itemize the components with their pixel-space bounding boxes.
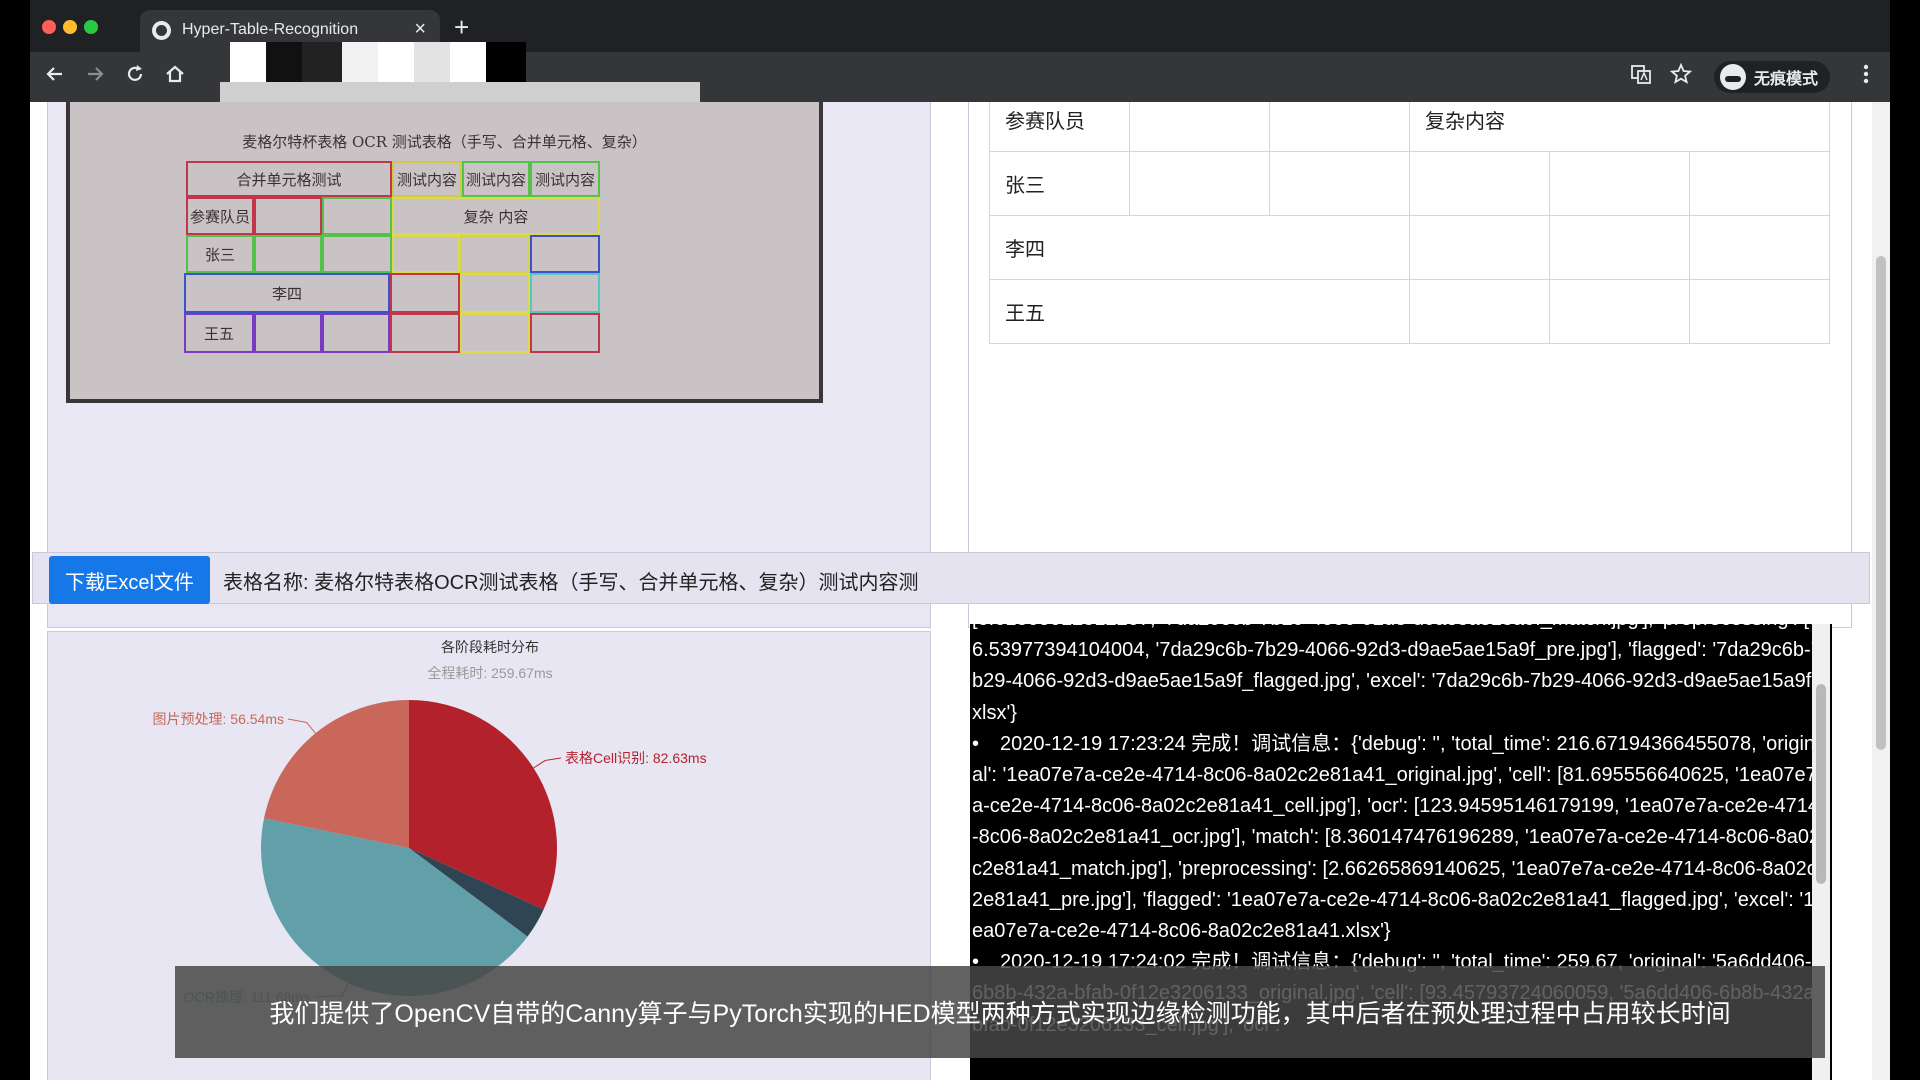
table-cell: 复杂内容	[1409, 102, 1830, 152]
table-cell	[1689, 151, 1830, 216]
bullet-icon: •	[972, 732, 980, 755]
table-cell	[1269, 102, 1410, 152]
back-button[interactable]	[44, 63, 66, 91]
tab-title: Hyper-Table-Recognition	[182, 21, 359, 38]
table-cell: 李四	[989, 215, 1410, 280]
reload-icon	[127, 65, 143, 81]
table-cell	[1549, 151, 1690, 216]
table-cell	[1689, 215, 1830, 280]
log-entry-text: 2020-12-19 17:23:24 完成！调试信息：{'debug': ''…	[972, 732, 1821, 943]
pie-label: 表格Cell识别: 82.63ms	[565, 750, 707, 766]
table-cell	[1549, 215, 1690, 280]
profile-label: 无痕模式	[1753, 71, 1818, 88]
incognito-profile-button[interactable]: 无痕模式	[1713, 61, 1830, 93]
photo-cell	[254, 313, 322, 353]
photo-cell	[530, 313, 600, 353]
photo-cell: 张三	[186, 235, 254, 273]
translate-button[interactable]	[1630, 63, 1652, 91]
table-name-label: 表格名称: 麦格尔特表格OCR测试表格（手写、合并单元格、复杂）测试内容测	[223, 572, 919, 594]
home-button[interactable]	[164, 63, 186, 91]
forward-button[interactable]	[84, 63, 106, 91]
photo-cell: 参赛队员	[186, 197, 254, 235]
table-cell	[1549, 279, 1690, 344]
action-bar: 下载Excel文件 表格名称: 麦格尔特表格OCR测试表格（手写、合并单元格、复…	[32, 552, 1870, 604]
table-cell	[1129, 151, 1270, 216]
original-image-panel: 麦格尔特杯表格 OCR 测试表格（手写、合并单元格、复杂） 合并单元格测试 测试…	[47, 102, 931, 628]
recognition-result-panel: 参赛队员 复杂内容 张三 李四 王五	[968, 102, 1852, 628]
table-row: 李四	[989, 215, 1830, 280]
pie-label-line	[533, 757, 562, 769]
photo-cell: 王五	[184, 313, 254, 353]
video-subtitle: 我们提供了OpenCV自带的Canny算子与PyTorch实现的HED模型两种方…	[175, 966, 1825, 1058]
photo-cell	[254, 235, 322, 273]
table-cell	[1689, 279, 1830, 344]
photo-cell	[322, 197, 392, 235]
photo-cell: 复杂 内容	[392, 197, 600, 235]
photo-cell	[392, 235, 460, 273]
photo-cell	[460, 235, 530, 273]
star-icon	[1669, 62, 1693, 84]
photo-cell: 测试内容	[530, 161, 600, 197]
bookmark-button[interactable]	[1669, 62, 1693, 91]
photo-title: 麦格尔特杯表格 OCR 测试表格（手写、合并单元格、复杂）	[242, 133, 647, 151]
browser-menu-button[interactable]	[1862, 63, 1870, 91]
table-row: 张三	[989, 151, 1830, 216]
log-scrollbar-thumb[interactable]	[1816, 684, 1826, 884]
close-window-button[interactable]	[42, 20, 56, 34]
photo-cell	[322, 313, 390, 353]
download-excel-button[interactable]: 下载Excel文件	[49, 556, 210, 604]
photo-cell	[322, 235, 392, 273]
photo-cell	[390, 313, 460, 353]
table-cell	[1409, 151, 1550, 216]
tab-close-button[interactable]: ×	[414, 18, 426, 41]
zoom-window-button[interactable]	[84, 20, 98, 34]
incognito-icon	[1719, 64, 1746, 90]
pie-label: 图片预处理: 56.54ms	[153, 711, 284, 727]
log-entry: • 2020-12-19 17:23:24 完成！调试信息：{'debug': '…	[972, 729, 1822, 947]
photo-cell	[460, 313, 530, 353]
log-entry-text: [8.61505012512207, '7da29c6b-7b29-4066-9…	[972, 624, 1822, 724]
chart-title: 各阶段耗时分布	[441, 639, 539, 655]
table-cell	[1409, 215, 1550, 280]
table-cell	[1409, 279, 1550, 344]
photo-cell	[254, 197, 322, 235]
pie-label-line	[287, 718, 316, 734]
page-viewport: 麦格尔特杯表格 OCR 测试表格（手写、合并单元格、复杂） 合并单元格测试 测试…	[30, 102, 1890, 1080]
table-cell: 王五	[989, 279, 1410, 344]
table-photo: 麦格尔特杯表格 OCR 测试表格（手写、合并单元格、复杂） 合并单元格测试 测试…	[66, 102, 823, 403]
photo-cell	[530, 235, 600, 273]
photo-cell: 测试内容	[462, 161, 530, 197]
globe-icon	[152, 21, 171, 40]
kebab-menu-icon	[1863, 64, 1869, 84]
table-cell: 张三	[989, 151, 1130, 216]
page-scrollbar-thumb[interactable]	[1876, 256, 1886, 750]
photo-cell	[460, 273, 530, 313]
forward-arrow-icon	[88, 67, 104, 81]
photo-cell	[390, 273, 460, 313]
page-scrollbar[interactable]	[1872, 102, 1890, 1080]
table-cell	[1129, 102, 1270, 152]
photo-cell	[530, 273, 600, 313]
table-cell	[1269, 151, 1410, 216]
log-entry: [8.61505012512207, '7da29c6b-7b29-4066-9…	[972, 624, 1822, 729]
back-arrow-icon	[46, 67, 62, 81]
new-tab-button[interactable]: +	[454, 12, 469, 43]
photo-cell: 测试内容	[392, 161, 462, 197]
photo-cell: 李四	[184, 273, 390, 313]
table-row: 王五	[989, 279, 1830, 344]
minimize-window-button[interactable]	[63, 20, 77, 34]
result-table: 参赛队员 复杂内容 张三 李四 王五	[989, 102, 1830, 344]
reload-button[interactable]	[124, 63, 146, 91]
translate-icon	[1631, 65, 1651, 84]
table-row: 参赛队员 复杂内容	[989, 102, 1830, 152]
table-cell: 参赛队员	[989, 102, 1130, 152]
photo-cell: 合并单元格测试	[186, 161, 392, 197]
browser-window: Hyper-Table-Recognition × + 无痕模式 麦格尔特杯表格…	[30, 0, 1890, 1080]
chart-subtitle: 全程耗时: 259.67ms	[427, 665, 552, 681]
home-icon	[166, 65, 184, 83]
